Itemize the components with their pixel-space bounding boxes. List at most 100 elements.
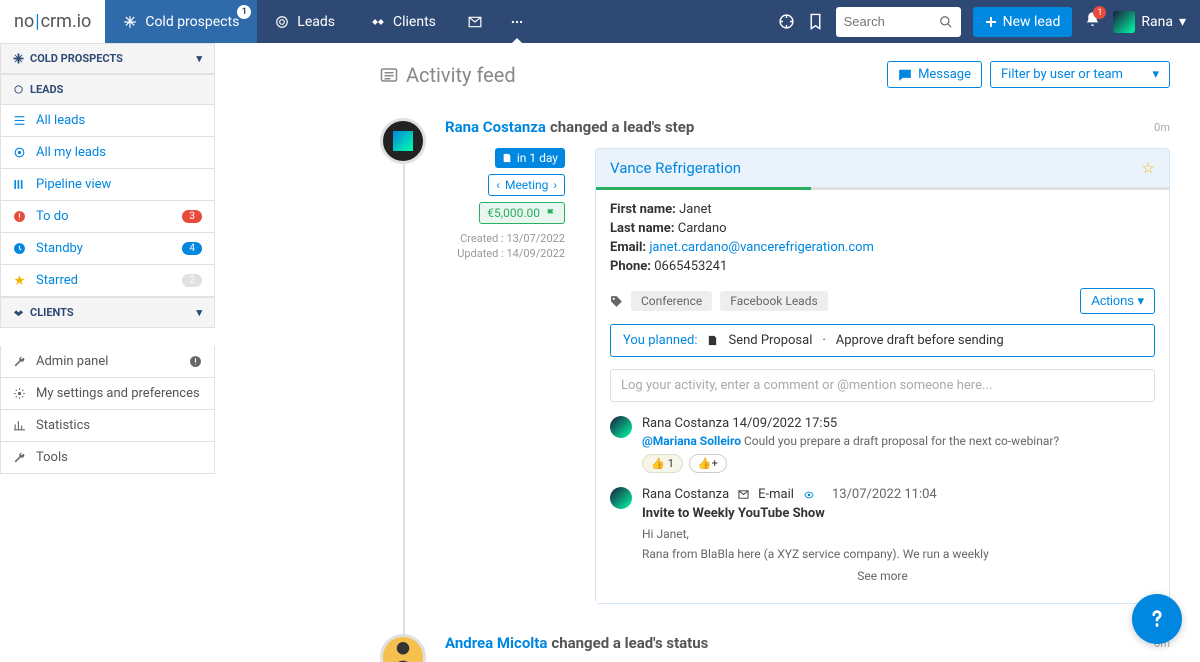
- help-button[interactable]: [1132, 594, 1182, 644]
- snowflake-icon: [13, 53, 24, 64]
- tag-chip[interactable]: Facebook Leads: [720, 291, 827, 311]
- clock-icon: [13, 242, 26, 255]
- flag-icon: [545, 208, 557, 218]
- amount-pill: €5,000.00: [479, 202, 565, 224]
- envelope-icon: [737, 489, 750, 500]
- file-icon: [502, 152, 512, 164]
- caret-down-icon: ▾: [1179, 14, 1186, 30]
- lead-card: Vance Refrigeration ☆ First name: Janet …: [595, 148, 1170, 604]
- count-badge: 3: [182, 210, 202, 223]
- sidebar-item-all-leads[interactable]: All leads: [0, 105, 215, 137]
- target-icon: [13, 84, 24, 95]
- feed-action: changed a lead's step: [550, 118, 694, 136]
- gear-icon: [13, 387, 26, 400]
- message-button[interactable]: Message: [887, 61, 982, 88]
- notifications-button[interactable]: 1: [1084, 11, 1101, 32]
- chart-icon: [13, 419, 26, 432]
- feed-action: changed a lead's status: [551, 634, 708, 652]
- comment-icon: [898, 68, 912, 82]
- wrench-icon: [13, 355, 26, 368]
- due-pill: in 1 day: [495, 148, 565, 168]
- search-input[interactable]: [836, 7, 961, 37]
- see-more-button[interactable]: See more: [610, 561, 1155, 591]
- count-badge: 4: [182, 242, 202, 255]
- sidebar-section-leads[interactable]: LEADS: [0, 74, 215, 105]
- person-icon: [388, 637, 418, 662]
- avatar: [610, 487, 632, 509]
- alert-icon: [13, 210, 26, 223]
- sidebar-item-all-my-leads[interactable]: All my leads: [0, 137, 215, 169]
- nav-tab-cold-prospects[interactable]: Cold prospects 1: [105, 0, 257, 43]
- target-icon: [275, 15, 289, 29]
- sidebar-item-starred[interactable]: Starred 2: [0, 265, 215, 297]
- caret-down-icon: ▾: [1152, 67, 1159, 82]
- feed-item: Andrea Micolta changed a lead's status 0…: [380, 634, 1170, 662]
- chevron-down-icon: ▾: [196, 306, 202, 319]
- feed-icon: [380, 66, 398, 84]
- file-icon: [707, 334, 718, 347]
- target-icon: [13, 146, 26, 159]
- add-reaction-button[interactable]: 👍+: [689, 454, 727, 473]
- count-badge: 2: [182, 274, 202, 287]
- sidebar-item-statistics[interactable]: Statistics: [0, 410, 215, 442]
- nav-tab-clients[interactable]: Clients: [353, 0, 454, 43]
- comment-input[interactable]: Log your activity, enter a comment or @m…: [610, 369, 1155, 402]
- chevron-down-icon: ▾: [196, 52, 202, 65]
- new-lead-button[interactable]: New lead: [973, 7, 1073, 37]
- tag-icon: [610, 295, 623, 308]
- sidebar-item-to-do[interactable]: To do 3: [0, 201, 215, 233]
- snowflake-icon: [123, 15, 137, 29]
- avatar: [610, 416, 632, 438]
- sidebar-item-settings[interactable]: My settings and preferences: [0, 378, 215, 410]
- comment: Rana Costanza 14/09/2022 17:55 @Mariana …: [610, 416, 1155, 473]
- app-logo[interactable]: no|crm.io: [0, 0, 105, 43]
- feed-actor[interactable]: Rana Costanza: [445, 118, 546, 136]
- pipeline-icon: [13, 178, 26, 191]
- created-date: Created : 13/07/2022: [445, 232, 565, 245]
- user-avatar[interactable]: [380, 634, 426, 662]
- tab-badge: 1: [237, 5, 251, 19]
- email-link[interactable]: janet.cardano@vancerefrigeration.com: [649, 240, 874, 255]
- handshake-icon: [13, 307, 24, 318]
- feed-actor[interactable]: Andrea Micolta: [445, 634, 547, 652]
- feed-item: Rana Costanza changed a lead's step 0m i…: [380, 118, 1170, 604]
- nav-tab-leads[interactable]: Leads: [257, 0, 353, 43]
- reaction[interactable]: 👍1: [642, 454, 683, 473]
- sidebar-section-clients[interactable]: CLIENTS ▾: [0, 297, 215, 328]
- sidebar-item-pipeline-view[interactable]: Pipeline view: [0, 169, 215, 201]
- goal-icon[interactable]: [778, 13, 795, 30]
- star-button[interactable]: ☆: [1142, 159, 1155, 177]
- avatar: [1113, 11, 1135, 33]
- list-icon: [13, 114, 26, 127]
- planned-task: You planned: Send Proposal · Approve dra…: [610, 324, 1155, 357]
- wrench-icon: [13, 451, 26, 464]
- step-pill[interactable]: ‹ Meeting ›: [488, 174, 565, 196]
- eye-icon: [802, 490, 816, 500]
- user-menu[interactable]: Rana ▾: [1113, 11, 1186, 33]
- sidebar-item-standby[interactable]: Standby 4: [0, 233, 215, 265]
- sidebar-item-tools[interactable]: Tools: [0, 442, 215, 474]
- nav-tab-mail[interactable]: [454, 0, 496, 43]
- handshake-icon: [371, 15, 385, 29]
- lead-name[interactable]: Vance Refrigeration: [610, 159, 741, 177]
- nav-tab-more[interactable]: [496, 0, 538, 43]
- dots-icon: [510, 15, 524, 29]
- feed-time: 0m: [1154, 121, 1170, 134]
- user-avatar[interactable]: [380, 118, 426, 164]
- comment-email: Rana Costanza E-mail 13/07/2022 11:04 In…: [610, 487, 1155, 561]
- envelope-icon: [468, 15, 482, 29]
- question-icon: [1144, 606, 1170, 632]
- mention[interactable]: @Mariana Solleiro: [642, 434, 741, 448]
- page-title: Activity feed: [380, 63, 516, 87]
- sidebar-item-admin-panel[interactable]: Admin panel: [0, 346, 215, 378]
- star-icon: [13, 274, 26, 287]
- warning-icon: [189, 355, 202, 368]
- sidebar-section-cold-prospects[interactable]: COLD PROSPECTS ▾: [0, 43, 215, 74]
- actions-button[interactable]: Actions ▾: [1080, 288, 1155, 314]
- plus-icon: [985, 16, 997, 28]
- bookmark-icon[interactable]: [807, 13, 824, 30]
- search-icon: [939, 15, 953, 29]
- updated-date: Updated : 14/09/2022: [445, 247, 565, 260]
- tag-chip[interactable]: Conference: [631, 291, 712, 311]
- filter-dropdown[interactable]: Filter by user or team ▾: [990, 61, 1170, 88]
